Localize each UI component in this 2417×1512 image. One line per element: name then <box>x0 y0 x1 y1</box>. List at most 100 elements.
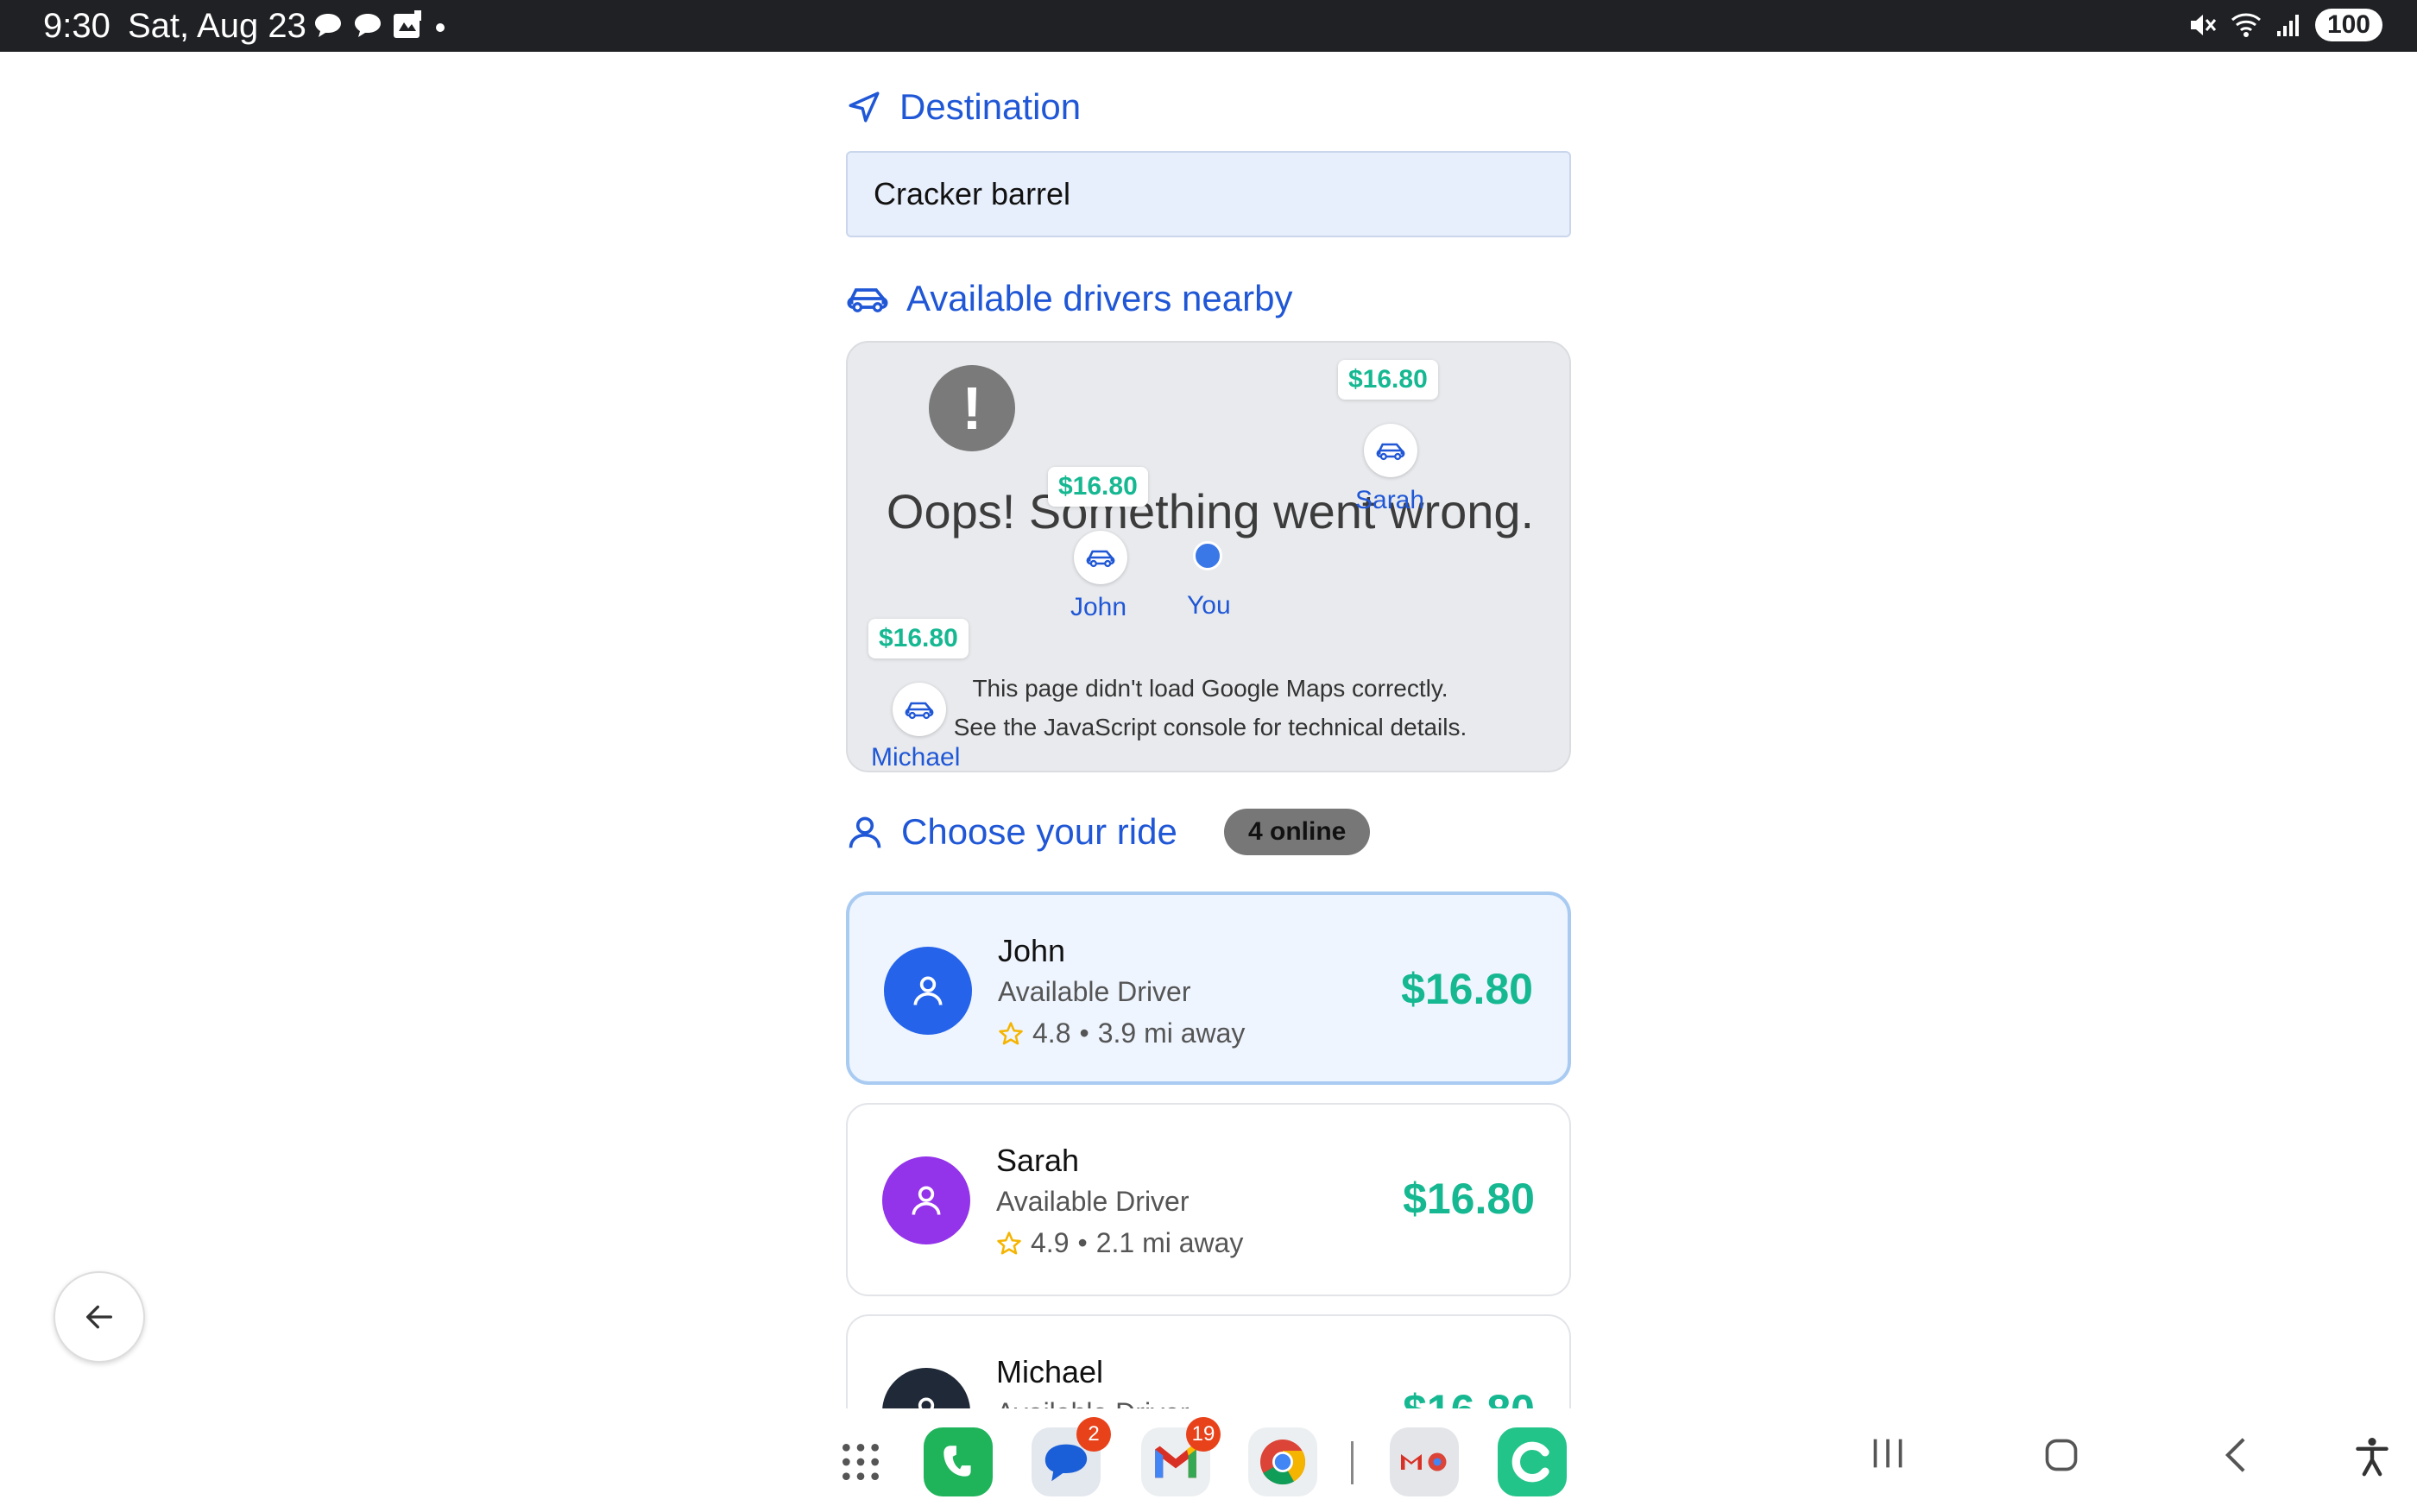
phone-app-button[interactable] <box>924 1427 993 1496</box>
map-marker-michael[interactable] <box>893 683 946 736</box>
nav-back-button[interactable] <box>2218 1436 2253 1474</box>
notification-icons <box>312 10 449 41</box>
ride-section-title: Choose your ride <box>901 811 1177 852</box>
navigation-arrow-icon <box>849 91 880 123</box>
separator: • <box>1077 1227 1088 1258</box>
map-marker-sarah[interactable] <box>1364 424 1417 477</box>
apps-grid-button[interactable] <box>826 1427 895 1496</box>
user-location-dot <box>1193 541 1222 570</box>
destination-header: Destination <box>846 86 1081 128</box>
star-icon <box>999 1021 1023 1044</box>
screen: { "status_bar": { "time": "9:30", "date"… <box>0 0 2417 1512</box>
status-time: 9:30 <box>43 7 110 45</box>
online-count-badge: 4 online <box>1224 809 1371 855</box>
driver-price: $16.80 <box>1401 965 1533 1013</box>
driver-distance: 3.9 mi away <box>1097 1017 1246 1049</box>
app-notification-icon <box>394 10 421 38</box>
ride-header: Choose your ride <box>846 811 1177 853</box>
driver-card-sarah[interactable]: Sarah Available Driver 4.9 • 2.1 mi away… <box>846 1103 1571 1296</box>
map-error-line-2: See the JavaScript console for technical… <box>953 714 1467 740</box>
battery-indicator: 100 <box>2314 9 2382 41</box>
accessibility-icon <box>2356 1438 2389 1477</box>
driver-card-michael[interactable]: Michael Available Driver $16.80 <box>846 1314 1571 1408</box>
driver-price: $16.80 <box>1403 1175 1535 1223</box>
driver-rating: 4.8 <box>1032 1017 1071 1049</box>
error-icon: ! <box>929 365 1015 451</box>
drivers-header: Available drivers nearby <box>846 278 1292 319</box>
mute-icon <box>2190 15 2217 35</box>
map-label-you: You <box>1187 591 1231 620</box>
destination-input[interactable] <box>846 151 1571 237</box>
car-icon <box>1086 550 1115 568</box>
notification-badge: 19 <box>1186 1417 1221 1452</box>
drivers-section-title: Available drivers nearby <box>906 278 1293 318</box>
signal-icon <box>2276 15 2299 36</box>
dot-icon <box>436 23 445 32</box>
driver-card-john[interactable]: John Available Driver 4.8 • 3.9 mi away … <box>846 891 1571 1085</box>
map-price-tag-sarah: $16.80 <box>1338 360 1438 400</box>
map-label-john: John <box>1070 593 1127 621</box>
driver-rating: 4.9 <box>1031 1227 1070 1258</box>
map-price-tag-john: $16.80 <box>1048 467 1148 507</box>
chrome-app-icon <box>1260 1440 1306 1485</box>
gmail-app-button[interactable]: 19 <box>1141 1417 1221 1496</box>
chat-bubble-icon <box>315 14 341 37</box>
taskbar: 2 19 <box>0 1408 2417 1512</box>
home-button[interactable] <box>2042 1436 2080 1474</box>
avatar <box>884 947 972 1035</box>
map-view[interactable]: ! Oops! Something went wrong. This page … <box>846 341 1571 772</box>
app-pair-button[interactable] <box>1390 1427 1459 1496</box>
chrome-app-button[interactable] <box>1248 1427 1317 1496</box>
driver-meta: 4.9 • 2.1 mi away <box>996 1227 1243 1259</box>
gmail-app-icon <box>1155 1446 1196 1478</box>
driver-name: John <box>998 933 1066 968</box>
driver-meta: 4.8 • 3.9 mi away <box>998 1017 1245 1049</box>
status-bar: 9:30 Sat, Aug 23 100 <box>0 0 2417 52</box>
map-error-line-1: This page didn't load Google Maps correc… <box>972 675 1448 702</box>
map-label-sarah: Sarah <box>1355 486 1425 514</box>
arrow-left-icon <box>86 1305 112 1329</box>
driver-name: Sarah <box>996 1143 1080 1178</box>
back-icon <box>2225 1438 2245 1472</box>
recents-button[interactable] <box>1869 1436 1907 1471</box>
map-marker-john[interactable] <box>1074 531 1127 584</box>
messages-app-button[interactable]: 2 <box>1032 1417 1111 1496</box>
status-date: Sat, Aug 23 <box>128 7 306 45</box>
destination-label: Destination <box>899 86 1082 127</box>
user-icon <box>913 976 943 1005</box>
wifi-icon <box>2231 13 2261 37</box>
map-error-message: This page didn't load Google Maps correc… <box>899 669 1521 747</box>
map-error-title: Oops! Something went wrong. <box>886 484 1535 539</box>
avatar <box>882 1368 970 1408</box>
driver-name: Michael <box>996 1354 1104 1389</box>
driver-subtitle: Available Driver <box>996 1397 1190 1408</box>
user-icon <box>849 816 881 848</box>
driver-price: $16.80 <box>1403 1385 1535 1408</box>
driver-subtitle: Available Driver <box>996 1186 1190 1217</box>
app-pair-icon <box>1401 1452 1447 1471</box>
home-icon <box>2045 1439 2078 1471</box>
phone-app-icon <box>943 1446 971 1477</box>
avatar <box>882 1156 970 1244</box>
taskbar-divider <box>1351 1441 1354 1484</box>
user-icon <box>912 1186 941 1215</box>
recents-icon <box>1873 1439 1903 1468</box>
car-icon <box>905 702 934 720</box>
car-icon <box>847 288 888 312</box>
accessibility-button[interactable] <box>2353 1436 2391 1477</box>
star-icon <box>997 1231 1021 1254</box>
driver-distance: 2.1 mi away <box>1095 1227 1244 1258</box>
system-icons: 100 <box>2187 9 2382 41</box>
driver-subtitle: Available Driver <box>998 976 1191 1007</box>
apps-grid-icon <box>842 1444 879 1480</box>
chat-bubble-icon <box>355 14 381 37</box>
notification-badge: 2 <box>1076 1417 1111 1452</box>
car-icon <box>1376 443 1405 461</box>
c-app-icon <box>1511 1441 1549 1483</box>
c-app-button[interactable] <box>1498 1427 1567 1496</box>
separator: • <box>1079 1017 1089 1049</box>
map-label-michael: Michael <box>871 743 961 772</box>
user-icon <box>918 1397 935 1408</box>
map-price-tag-michael: $16.80 <box>868 619 969 658</box>
back-fab-button[interactable] <box>54 1271 145 1363</box>
